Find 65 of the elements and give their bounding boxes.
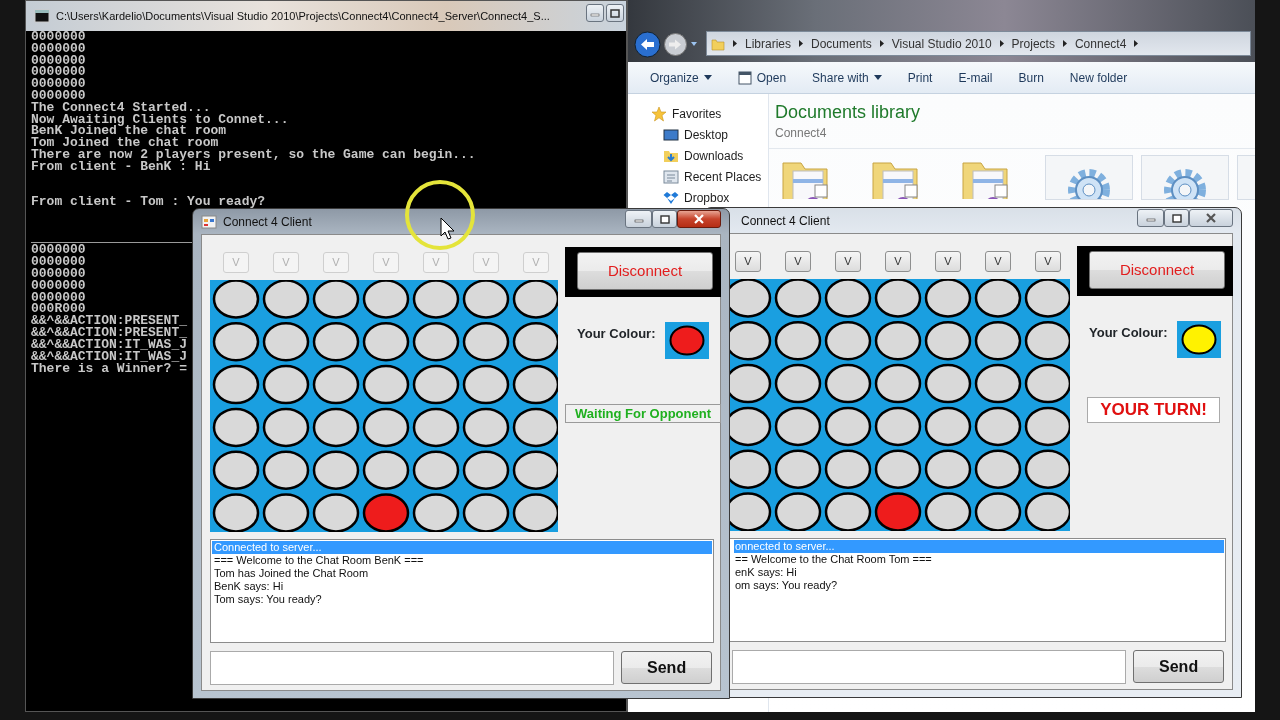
library-subtitle: Connect4 [775, 125, 828, 141]
console-line: 0000000 [31, 54, 86, 67]
drop-button[interactable]: V [1035, 251, 1061, 272]
chat-message[interactable]: BenK says: Hi [212, 580, 712, 593]
status-label: YOUR TURN! [1087, 397, 1220, 423]
library-title: Documents library [775, 101, 922, 123]
nav-item[interactable]: Dropbox [684, 188, 730, 207]
status-label: Waiting For Opponent [565, 404, 721, 423]
console-line: &&^&&ACTION:IT_WAS_J [31, 351, 188, 363]
toolbar-button[interactable]: Open [737, 68, 787, 87]
chat-message[interactable]: Tom has Joined the Chat Room [212, 567, 712, 580]
window-title: Connect 4 Client [741, 212, 830, 230]
console-line: 0000000 [31, 279, 86, 292]
chat-message[interactable]: === Welcome to the Chat Room BenK === [212, 554, 712, 567]
toolbar-button[interactable]: Burn [1018, 68, 1044, 87]
colour-label: Your Colour: [577, 325, 657, 343]
nav-item[interactable]: Desktop [684, 125, 729, 144]
toolbar-button[interactable]: Share with [812, 68, 882, 87]
nav-item[interactable]: Favorites [672, 104, 722, 123]
console-line: &&^&&ACTION:IT_WAS_J [31, 339, 188, 352]
drop-button[interactable]: V [735, 251, 761, 272]
breadcrumb-link[interactable]: Libraries [745, 34, 792, 53]
toolbar-button[interactable]: E-mail [958, 68, 993, 87]
console-line: There are now 2 players present, so the Game can begin... [31, 148, 476, 161]
send-button[interactable]: Send [1133, 650, 1224, 683]
window-title: Connect 4 Client [223, 213, 312, 231]
console-line: From client - Tom : You ready? [31, 196, 266, 208]
breadcrumb-link[interactable]: Connect4 [1074, 34, 1127, 53]
drop-button[interactable]: V [835, 251, 861, 272]
drop-button[interactable]: V [985, 251, 1011, 272]
console-line: 0000000 [31, 78, 86, 90]
console-line: The Connect4 Started... [31, 101, 211, 114]
address-bar[interactable]: Libraries Documents Visual Studio 2010 Projects Connect4 [706, 31, 1251, 56]
breadcrumb-link[interactable]: Projects [1011, 34, 1055, 53]
console-line: &&^&&ACTION:PRESENT_ [31, 327, 188, 340]
console-line: 0000000 [31, 31, 86, 43]
console-line: 0000000 [31, 90, 86, 102]
console-line: 0000000 [31, 267, 86, 280]
console-line: There is a Winner? = [31, 363, 188, 375]
breadcrumb-link[interactable]: Visual Studio 2010 [891, 34, 992, 53]
drop-button[interactable]: V [885, 251, 911, 272]
nav-item[interactable]: Recent Places [684, 167, 762, 186]
toolbar-button[interactable]: Print [907, 68, 933, 87]
drop-button[interactable]: V [935, 251, 961, 272]
console-line: 0000000 [31, 291, 86, 304]
toolbar-button[interactable]: New folder [1069, 68, 1128, 87]
console-line: Tom Joined the chat room [31, 137, 219, 149]
console-line: 0000000 [31, 255, 86, 268]
console-line: BenK Joined the chat room [31, 125, 227, 138]
console-line: 0000000 [31, 243, 86, 256]
console-line: 0000000 [31, 42, 86, 55]
console-line: 000R000 [31, 303, 86, 316]
breadcrumb-link[interactable]: Documents [811, 34, 872, 53]
chat-message[interactable]: Tom says: You ready? [212, 593, 712, 606]
console-line: Now Awaiting Clients to Connet... [31, 113, 289, 126]
toolbar-button[interactable]: Organize [650, 68, 712, 87]
colour-label: Your Colour: [1089, 324, 1169, 342]
console-line: From client - BenK : Hi [31, 160, 211, 173]
window-title: C:\Users\Kardelio\Documents\Visual Studio 2010\Projects\Connect4\Connect4_Server\Connect4_S... [56, 8, 550, 24]
console-line: 0000000 [31, 66, 86, 79]
disconnect-button[interactable]: Disconnect [577, 252, 713, 290]
drop-button[interactable]: V [785, 251, 811, 272]
console-line: &&^&&ACTION:PRESENT_ [31, 315, 188, 328]
nav-item[interactable]: Downloads [684, 146, 744, 165]
send-button[interactable]: Send [621, 651, 712, 684]
